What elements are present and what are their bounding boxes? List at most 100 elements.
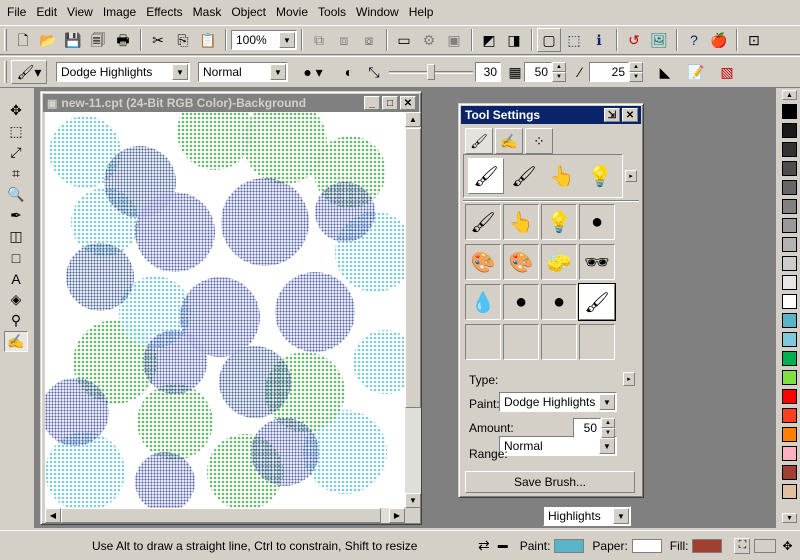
open-icon[interactable]: 📂	[36, 28, 60, 52]
transparency-input[interactable]: 25	[589, 62, 629, 82]
amount-field[interactable]: 50	[573, 418, 601, 438]
palette-swatch[interactable]	[782, 142, 797, 157]
tab-brush-settings[interactable]: 🖌	[465, 128, 493, 154]
brush-settings-icon[interactable]: ▧	[715, 60, 739, 84]
mask-transform-icon[interactable]: ⤢	[4, 142, 28, 163]
palette-swatch[interactable]	[782, 237, 797, 252]
scroll-thumb[interactable]	[61, 508, 381, 523]
paint-mode-combo[interactable]: Normal ▼	[198, 62, 288, 82]
chevron-down-icon[interactable]: ▼	[270, 64, 286, 80]
slider-thumb[interactable]	[427, 64, 435, 80]
brush-smudge-icon[interactable]: 👆	[544, 158, 580, 194]
palette-swatch[interactable]	[782, 294, 797, 309]
size-slider[interactable]	[387, 62, 475, 82]
swap-colors-icon[interactable]: ⇄	[478, 537, 490, 554]
brush-brightness-icon[interactable]: 💡	[541, 204, 577, 240]
chevron-down-icon[interactable]: ▼	[613, 508, 629, 524]
brush-hue-replacer-icon[interactable]: 🎨	[503, 244, 539, 280]
image-icon[interactable]: 🖼	[647, 28, 671, 52]
menu-file[interactable]: File	[2, 2, 31, 22]
tab-nib-settings[interactable]: ✍	[495, 128, 523, 154]
menu-movie[interactable]: Movie	[271, 2, 313, 22]
menu-tools[interactable]: Tools	[313, 2, 351, 22]
menu-effects[interactable]: Effects	[141, 2, 187, 22]
brush-hue-icon[interactable]: 🎨	[465, 244, 501, 280]
palette-scroll-up-icon[interactable]: ▲	[782, 90, 797, 100]
view-mode-icon[interactable]: ⛶	[734, 537, 751, 554]
amount-spinner[interactable]: ▲ ▼	[552, 62, 566, 82]
size-input[interactable]: 30	[475, 62, 501, 82]
paste-icon[interactable]: 📋	[196, 28, 220, 52]
toolbar-grip[interactable]	[4, 61, 7, 83]
brush-dodge-icon[interactable]: 🖌	[468, 158, 504, 194]
shape-tool-icon[interactable]: □	[4, 247, 28, 268]
palette-swatch[interactable]	[782, 161, 797, 176]
text-tool-icon[interactable]: A	[4, 268, 28, 289]
scroll-down-icon[interactable]: ▼	[405, 493, 421, 508]
mask-remove-icon[interactable]: ⚙	[417, 28, 441, 52]
type-menu-icon[interactable]: ▸	[623, 372, 635, 386]
navigator-icon[interactable]: ✥	[782, 539, 792, 553]
reset-colors-icon[interactable]: ▬	[498, 540, 508, 551]
transparency-spinner[interactable]: ▲ ▼	[629, 62, 643, 82]
tool-settings-titlebar[interactable]: Tool Settings ⇲ ✕	[461, 106, 641, 124]
brush-blend-icon[interactable]: 🖌	[465, 204, 501, 240]
palette-swatch[interactable]	[782, 275, 797, 290]
notes-icon[interactable]: 📝	[684, 60, 708, 84]
amount-spinner[interactable]: ▲ ▼	[601, 418, 615, 438]
image-canvas[interactable]	[45, 112, 405, 508]
close-icon[interactable]: ✕	[400, 96, 416, 110]
effect-tool-icon[interactable]: ✍	[4, 331, 28, 352]
menu-view[interactable]: View	[62, 2, 98, 22]
object-combine-icon[interactable]: ⧇	[357, 28, 381, 52]
copy-icon[interactable]: ⎘	[171, 28, 195, 52]
recent-menu-icon[interactable]: ▸	[625, 170, 637, 182]
zoom-tool-icon[interactable]: 🔍	[4, 184, 28, 205]
paint-tool-icon[interactable]: ⚲	[4, 310, 28, 331]
paper-color-swatch[interactable]	[631, 538, 662, 553]
palette-swatch[interactable]	[782, 465, 797, 480]
mask-tool-icon[interactable]: ⬚	[4, 121, 28, 142]
view-window-icon[interactable]	[754, 538, 777, 553]
brush-soft-icon[interactable]: 🖌	[506, 158, 542, 194]
menu-mask[interactable]: Mask	[188, 2, 227, 22]
mask-overlay-icon[interactable]: ◩	[477, 28, 501, 52]
object-align-icon[interactable]: ⧉	[307, 28, 331, 52]
zoom-combo[interactable]: 100% ▼	[231, 30, 297, 50]
menu-object[interactable]: Object	[226, 2, 271, 22]
document-titlebar[interactable]: ▣ new-11.cpt (24-Bit RGB Color)-Backgrou…	[43, 94, 419, 112]
pick-tool-icon[interactable]: ✥	[4, 100, 28, 121]
scroll-up-icon[interactable]: ▲	[405, 112, 421, 127]
scroll-left-icon[interactable]: ◀	[45, 508, 61, 523]
context-help-icon[interactable]: ?	[682, 28, 706, 52]
scroll-thumb[interactable]	[405, 128, 421, 408]
brush-preset-icon[interactable]: 🖌▾	[11, 60, 47, 84]
brush-tint-icon[interactable]: 🕶	[579, 244, 615, 280]
rollup-icon[interactable]: ⇲	[604, 108, 620, 122]
brush-dodge-burn-icon[interactable]: 🖌	[578, 283, 616, 321]
brush-brighten-icon[interactable]: 💡	[582, 158, 618, 194]
palette-swatch[interactable]	[782, 370, 797, 385]
crop-tool-icon[interactable]: ⌗	[4, 163, 28, 184]
apple-icon[interactable]: 🍎	[707, 28, 731, 52]
menu-window[interactable]: Window	[351, 2, 404, 22]
palette-swatch[interactable]	[782, 484, 797, 499]
eraser-tool-icon[interactable]: ◫	[4, 226, 28, 247]
mask-marquee-icon[interactable]: ◨	[502, 28, 526, 52]
palette-swatch[interactable]	[782, 256, 797, 271]
maximize-icon[interactable]: □	[382, 96, 398, 110]
palette-swatch[interactable]	[782, 199, 797, 214]
paint-color-swatch[interactable]	[554, 538, 585, 553]
amount-input[interactable]: 50	[524, 62, 552, 82]
chevron-down-icon[interactable]: ▼	[279, 32, 295, 48]
brush-sharpen-icon[interactable]: ●	[503, 284, 539, 320]
brush-smooth-icon[interactable]: ●	[541, 284, 577, 320]
brush-blur-icon[interactable]: 💧	[465, 284, 501, 320]
chevron-down-icon[interactable]: ▼	[172, 64, 188, 80]
horizontal-scrollbar[interactable]: ◀ ▶	[45, 508, 405, 523]
vertical-scrollbar[interactable]: ▲ ▼	[405, 112, 421, 508]
palette-swatch[interactable]	[782, 123, 797, 138]
save-icon[interactable]: 💾	[61, 28, 85, 52]
brush-sponge-icon[interactable]: 🧽	[541, 244, 577, 280]
palette-swatch[interactable]	[782, 389, 797, 404]
